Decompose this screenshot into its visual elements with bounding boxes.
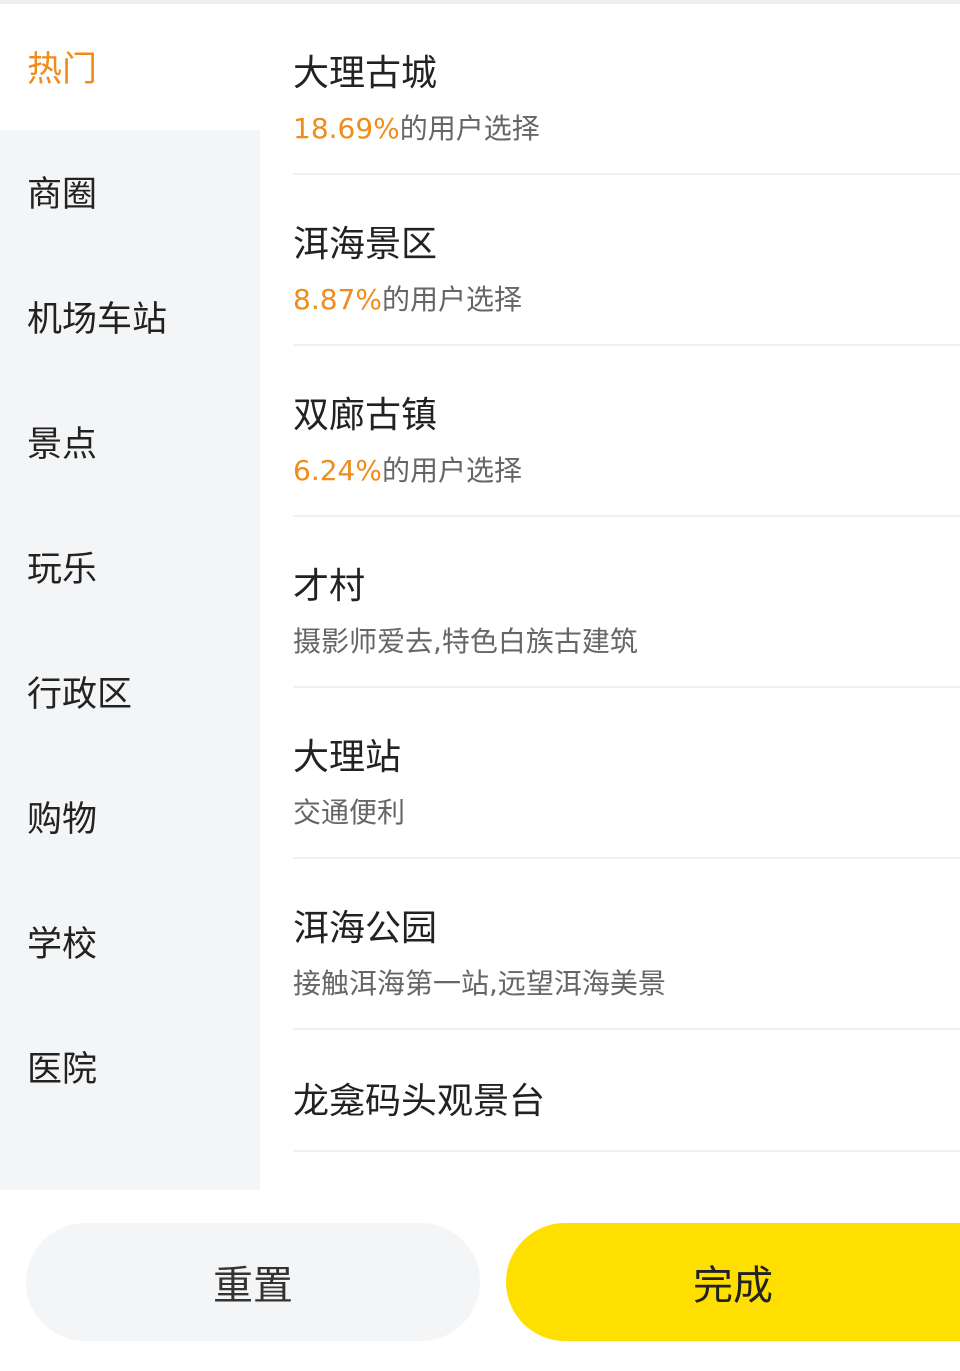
category-hot[interactable]: 热门 <box>0 4 260 129</box>
list-item[interactable]: 大理站 交通便利 <box>293 688 960 859</box>
location-subtitle: 接触洱海第一站,远望洱海美景 <box>293 967 666 1000</box>
location-title: 大理站 <box>293 737 402 778</box>
category-district[interactable]: 行政区 <box>0 629 260 754</box>
location-subtitle: 18.69%的用户选择 <box>293 107 540 147</box>
location-title: 洱海景区 <box>293 224 438 265</box>
reset-button[interactable]: 重置 <box>26 1223 480 1341</box>
category-airport-station[interactable]: 机场车站 <box>0 254 260 379</box>
category-entertainment[interactable]: 玩乐 <box>0 504 260 629</box>
category-business-district[interactable]: 商圈 <box>0 129 260 254</box>
user-choice-label: 的用户选择 <box>381 283 522 316</box>
list-item[interactable]: 双廊古镇 6.24%的用户选择 <box>293 346 960 517</box>
location-title: 才村 <box>293 566 366 607</box>
category-hospital[interactable]: 医院 <box>0 1004 260 1129</box>
location-subtitle: 摄影师爱去,特色白族古建筑 <box>293 625 638 658</box>
user-percent: 6.24% <box>293 454 382 487</box>
user-choice-label: 的用户选择 <box>399 112 540 145</box>
location-title: 双廊古镇 <box>293 395 438 436</box>
list-item[interactable]: 洱海景区 8.87%的用户选择 <box>293 175 960 346</box>
category-sidebar: 热门 商圈 机场车站 景点 玩乐 行政区 购物 学校 医院 <box>0 4 260 1190</box>
category-shopping[interactable]: 购物 <box>0 754 260 879</box>
user-percent: 8.87% <box>293 283 382 316</box>
location-filter-panel: 热门 商圈 机场车站 景点 玩乐 行政区 购物 学校 医院 大理古城 18.69… <box>0 0 960 1371</box>
user-percent: 18.69% <box>293 112 400 145</box>
location-subtitle: 8.87%的用户选择 <box>293 278 522 318</box>
location-title: 洱海公园 <box>293 908 438 949</box>
location-title: 大理古城 <box>293 53 438 94</box>
location-title: 龙龛码头观景台 <box>293 1081 546 1122</box>
list-item[interactable]: 龙龛码头观景台 <box>293 1030 960 1152</box>
location-subtitle: 交通便利 <box>293 796 406 829</box>
location-subtitle: 6.24%的用户选择 <box>293 449 522 489</box>
category-school[interactable]: 学校 <box>0 879 260 1004</box>
category-scenic-spot[interactable]: 景点 <box>0 379 260 504</box>
done-button[interactable]: 完成 <box>506 1223 960 1341</box>
user-choice-label: 的用户选择 <box>381 454 522 487</box>
list-item[interactable]: 洱海公园 接触洱海第一站,远望洱海美景 <box>293 859 960 1030</box>
list-item[interactable]: 才村 摄影师爱去,特色白族古建筑 <box>293 517 960 688</box>
list-item[interactable]: 大理古城 18.69%的用户选择 <box>293 4 960 175</box>
